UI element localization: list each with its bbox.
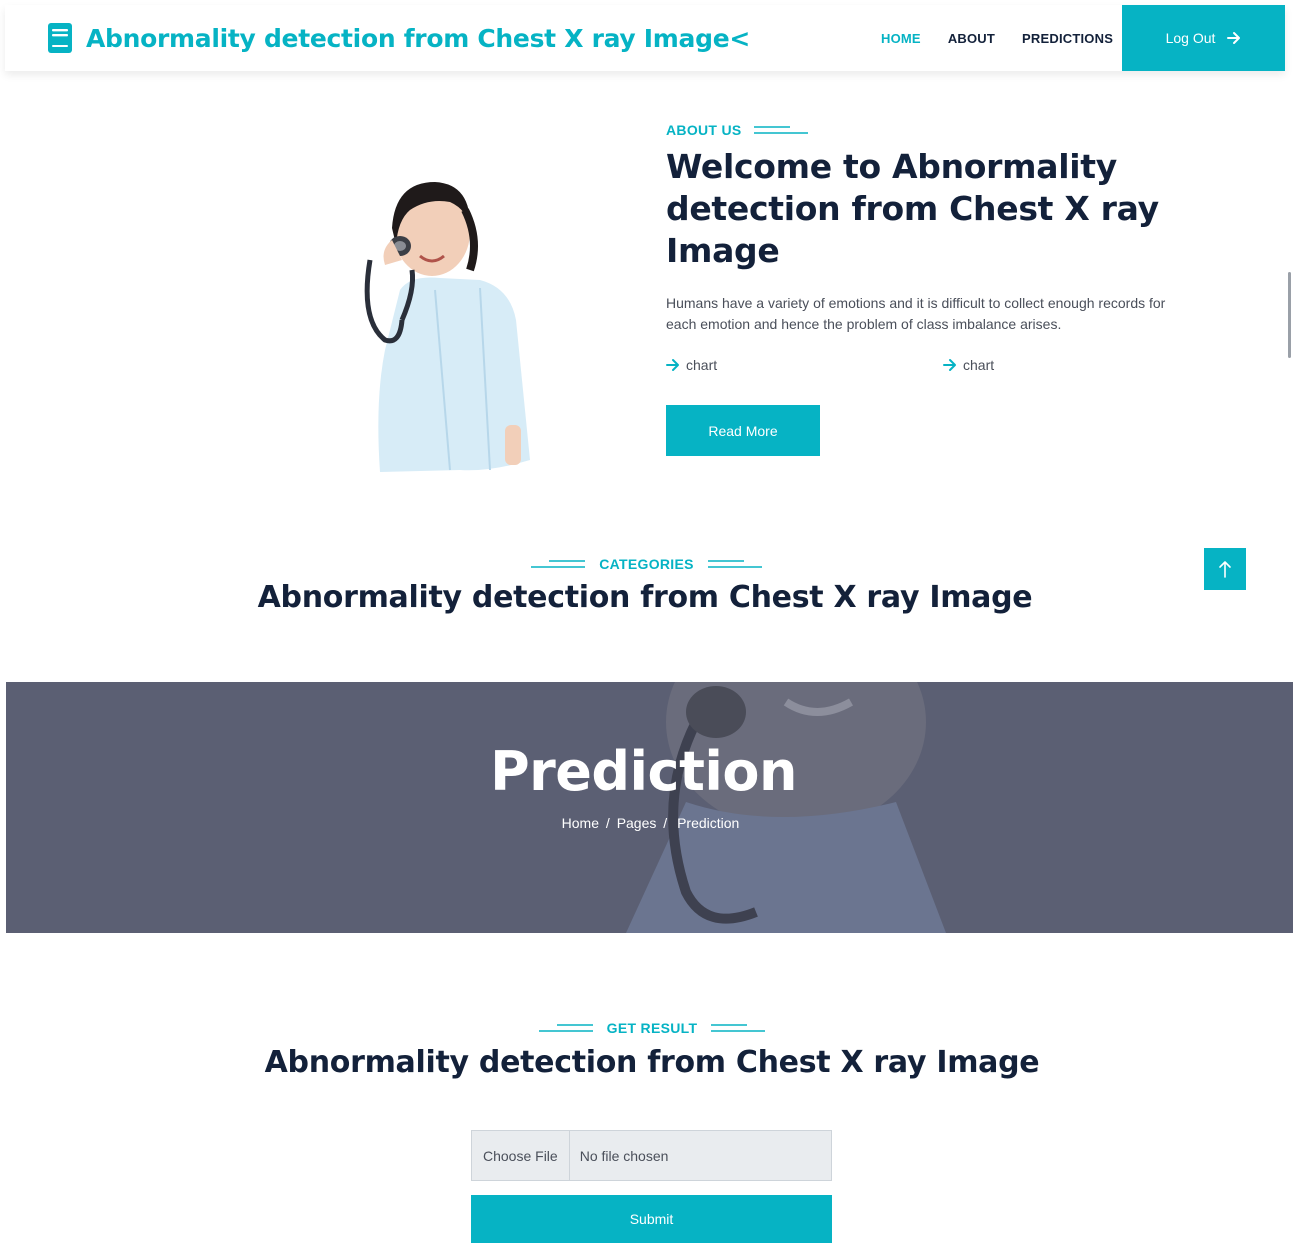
feature-label: chart xyxy=(963,357,995,373)
feature-item: chart xyxy=(666,357,717,373)
kicker-lines-decoration xyxy=(707,560,762,568)
categories-kicker: CATEGORIES xyxy=(0,556,1293,572)
book-icon xyxy=(48,23,72,53)
arrow-right-icon xyxy=(943,359,956,371)
submit-button[interactable]: Submit xyxy=(471,1195,832,1243)
kicker-lines-decoration xyxy=(538,1024,593,1032)
result-title: Abnormality detection from Chest X ray I… xyxy=(264,1045,1040,1080)
breadcrumb-pages[interactable]: Pages xyxy=(617,815,657,831)
file-status: No file chosen xyxy=(579,1147,669,1164)
arrow-right-icon xyxy=(666,359,679,371)
about-kicker-label: ABOUT US xyxy=(666,122,742,138)
breadcrumb: Home / Pages / Prediction xyxy=(0,815,1293,831)
file-input[interactable]: Choose File No file chosen xyxy=(471,1130,832,1181)
nav-about[interactable]: ABOUT xyxy=(948,31,995,46)
kicker-lines-decoration xyxy=(711,1024,766,1032)
nav-predictions[interactable]: PREDICTIONS xyxy=(1022,31,1113,46)
banner-background-image xyxy=(626,682,946,933)
kicker-lines-decoration xyxy=(753,126,808,134)
feature-label: chart xyxy=(686,357,718,373)
result-kicker: GET RESULT xyxy=(0,1020,1293,1036)
choose-file-button[interactable]: Choose File xyxy=(472,1131,570,1180)
banner-title: Prediction xyxy=(490,740,797,803)
categories-title: Abnormality detection from Chest X ray I… xyxy=(257,580,1033,615)
page-banner xyxy=(6,682,1293,933)
scrollbar-thumb[interactable] xyxy=(1288,272,1291,358)
navbar: Abnormality detection from Chest X ray I… xyxy=(5,5,1285,71)
result-kicker-label: GET RESULT xyxy=(606,1020,698,1036)
brand[interactable]: Abnormality detection from Chest X ray I… xyxy=(47,23,750,53)
logout-button[interactable]: Log Out xyxy=(1122,5,1285,71)
about-description: Humans have a variety of emotions and it… xyxy=(666,295,1166,332)
breadcrumb-separator: / xyxy=(605,815,610,831)
child-doctor-image xyxy=(364,182,530,472)
back-to-top-button[interactable] xyxy=(1204,548,1246,590)
breadcrumb-separator: / xyxy=(663,815,668,831)
about-title: Welcome to Abnormality detection from Ch… xyxy=(666,147,1159,270)
read-more-button[interactable]: Read More xyxy=(666,405,820,456)
categories-kicker-label: CATEGORIES xyxy=(599,556,694,572)
about-kicker: ABOUT US xyxy=(666,122,808,138)
arrow-up-icon xyxy=(1219,561,1231,578)
breadcrumb-current: Prediction xyxy=(677,815,740,831)
brand-title: Abnormality detection from Chest X ray I… xyxy=(86,23,751,53)
logout-label: Log Out xyxy=(1165,30,1216,46)
nav-links: HOME ABOUT PREDICTIONS xyxy=(881,5,1140,71)
kicker-lines-decoration xyxy=(531,560,586,568)
nav-home[interactable]: HOME xyxy=(881,31,921,46)
breadcrumb-home[interactable]: Home xyxy=(562,815,599,831)
arrow-right-icon xyxy=(1227,32,1241,44)
feature-item: chart xyxy=(943,357,994,373)
